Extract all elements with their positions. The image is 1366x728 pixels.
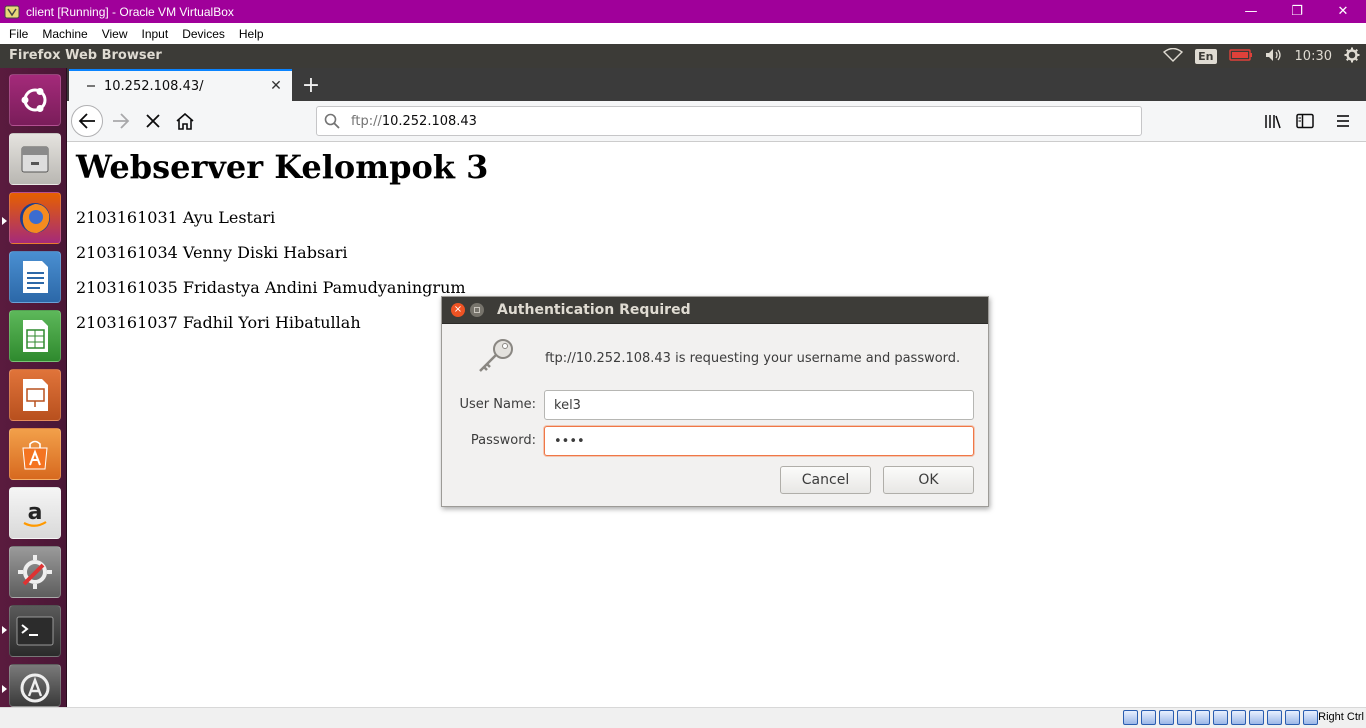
ubuntu-launcher: a: [0, 68, 67, 707]
active-app-title: Firefox Web Browser: [9, 48, 162, 63]
firefox-tab-strip: 10.252.108.43/ ✕ +: [67, 68, 1366, 101]
cancel-button[interactable]: Cancel: [780, 466, 871, 494]
member-item: 2103161034 Venny Diski Habsari: [76, 243, 348, 262]
vbox-device-status-icon[interactable]: [1123, 710, 1138, 725]
vbox-device-status-icon[interactable]: [1249, 710, 1264, 725]
firefox-icon[interactable]: [9, 192, 61, 244]
dialog-maximize-button[interactable]: [470, 303, 484, 317]
back-arrow-icon: [78, 113, 95, 129]
member-item: 2103161037 Fadhil Yori Hibatullah: [76, 313, 361, 332]
vbox-window-title: client [Running] - Oracle VM VirtualBox: [26, 4, 234, 19]
back-button[interactable]: [71, 105, 103, 137]
window-controls: — ❐ ✕: [1228, 0, 1366, 23]
close-button[interactable]: ✕: [1320, 0, 1366, 23]
tab-active[interactable]: 10.252.108.43/ ✕: [69, 69, 292, 101]
software-updater-icon[interactable]: [9, 664, 61, 707]
vbox-device-status-icon[interactable]: [1213, 710, 1228, 725]
main-menu-button[interactable]: [1327, 105, 1359, 137]
username-field[interactable]: [544, 390, 974, 420]
menu-file[interactable]: File: [0, 27, 35, 41]
home-icon: [176, 112, 194, 130]
libreoffice-writer-icon[interactable]: [9, 251, 61, 303]
menu-help[interactable]: Help: [232, 27, 271, 41]
stop-button[interactable]: [137, 105, 169, 137]
authentication-dialog: × Authentication Required ftp://10.252.1…: [441, 296, 989, 507]
vbox-device-status-icon[interactable]: [1267, 710, 1282, 725]
library-icon: [1265, 115, 1281, 129]
running-app-indicator: [2, 626, 7, 634]
restore-button[interactable]: ❐: [1274, 0, 1320, 23]
svg-text:a: a: [28, 500, 43, 525]
vbox-status-icons: [1123, 710, 1318, 727]
libreoffice-calc-icon[interactable]: [9, 310, 61, 362]
menu-view[interactable]: View: [95, 27, 135, 41]
running-app-indicator-2: [2, 685, 7, 693]
password-label: Password:: [470, 433, 536, 448]
dialog-close-button[interactable]: ×: [451, 303, 465, 317]
member-item: 2103161035 Fridastya Andini Pamudyaningr…: [76, 278, 466, 297]
battery-icon[interactable]: [1228, 48, 1253, 64]
forward-arrow-icon: [113, 113, 130, 129]
system-settings-icon[interactable]: [9, 546, 61, 598]
key-icon: [475, 335, 517, 375]
wifi-icon[interactable]: [1163, 47, 1184, 65]
new-tab-button[interactable]: +: [299, 73, 323, 98]
ubuntu-dash-icon[interactable]: [9, 74, 61, 126]
sidebar-button[interactable]: [1289, 105, 1321, 137]
url-scheme: ftp://: [351, 113, 382, 129]
panel-indicators: En 10:30: [1163, 44, 1360, 68]
menu-machine[interactable]: Machine: [35, 27, 94, 41]
menu-input[interactable]: Input: [135, 27, 176, 41]
terminal-icon[interactable]: [9, 605, 61, 657]
firefox-navbar: ftp://10.252.108.43: [67, 101, 1366, 142]
search-icon: [317, 107, 347, 135]
forward-button[interactable]: [105, 105, 137, 137]
vbox-device-status-icon[interactable]: [1141, 710, 1156, 725]
dialog-message: ftp://10.252.108.43 is requesting your u…: [545, 351, 961, 366]
vbox-device-status-icon[interactable]: [1231, 710, 1246, 725]
sidebar-icon: [1296, 113, 1314, 129]
username-label: User Name:: [459, 397, 537, 412]
member-item: 2103161031 Ayu Lestari: [76, 208, 276, 227]
clock[interactable]: 10:30: [1295, 49, 1332, 64]
url-host: 10.252.108.43: [381, 113, 477, 129]
stop-x-icon: [146, 114, 160, 128]
vbox-titlebar: client [Running] - Oracle VM VirtualBox …: [0, 0, 1366, 23]
vbox-device-status-icon[interactable]: [1177, 710, 1192, 725]
vbox-statusbar: Right Ctrl: [0, 707, 1366, 728]
page-heading: Webserver Kelompok 3: [76, 148, 489, 186]
url-bar[interactable]: ftp://10.252.108.43: [316, 106, 1142, 136]
software-center-icon[interactable]: [9, 428, 61, 480]
menu-devices[interactable]: Devices: [175, 27, 232, 41]
vbox-device-status-icon[interactable]: [1285, 710, 1300, 725]
keyboard-layout-indicator[interactable]: En: [1195, 48, 1217, 64]
active-app-indicator: [2, 217, 7, 225]
tab-title: 10.252.108.43/: [104, 78, 204, 94]
tab-close-icon[interactable]: ✕: [266, 76, 286, 96]
dialog-titlebar: × Authentication Required: [442, 297, 988, 324]
password-field[interactable]: [544, 426, 974, 456]
library-button[interactable]: [1257, 105, 1289, 137]
volume-icon[interactable]: [1265, 48, 1283, 65]
host-key-label: Right Ctrl: [1318, 711, 1364, 723]
files-icon[interactable]: [9, 133, 61, 185]
vbox-device-status-icon[interactable]: [1303, 710, 1318, 725]
ubuntu-top-panel: Firefox Web Browser En 10:30: [0, 44, 1366, 68]
amazon-icon[interactable]: a: [9, 487, 61, 539]
hamburger-menu-icon: [1337, 115, 1349, 127]
minimize-button[interactable]: —: [1228, 0, 1274, 23]
system-menu-gear-icon[interactable]: [1344, 47, 1360, 66]
vbox-menubar: File Machine View Input Devices Help: [0, 23, 1366, 44]
loading-throbber-icon: [87, 85, 95, 87]
ok-button[interactable]: OK: [883, 466, 974, 494]
virtualbox-icon: [4, 4, 20, 20]
vbox-device-status-icon[interactable]: [1195, 710, 1210, 725]
libreoffice-impress-icon[interactable]: [9, 369, 61, 421]
home-button[interactable]: [169, 105, 201, 137]
dialog-title: Authentication Required: [497, 302, 691, 318]
vbox-device-status-icon[interactable]: [1159, 710, 1174, 725]
